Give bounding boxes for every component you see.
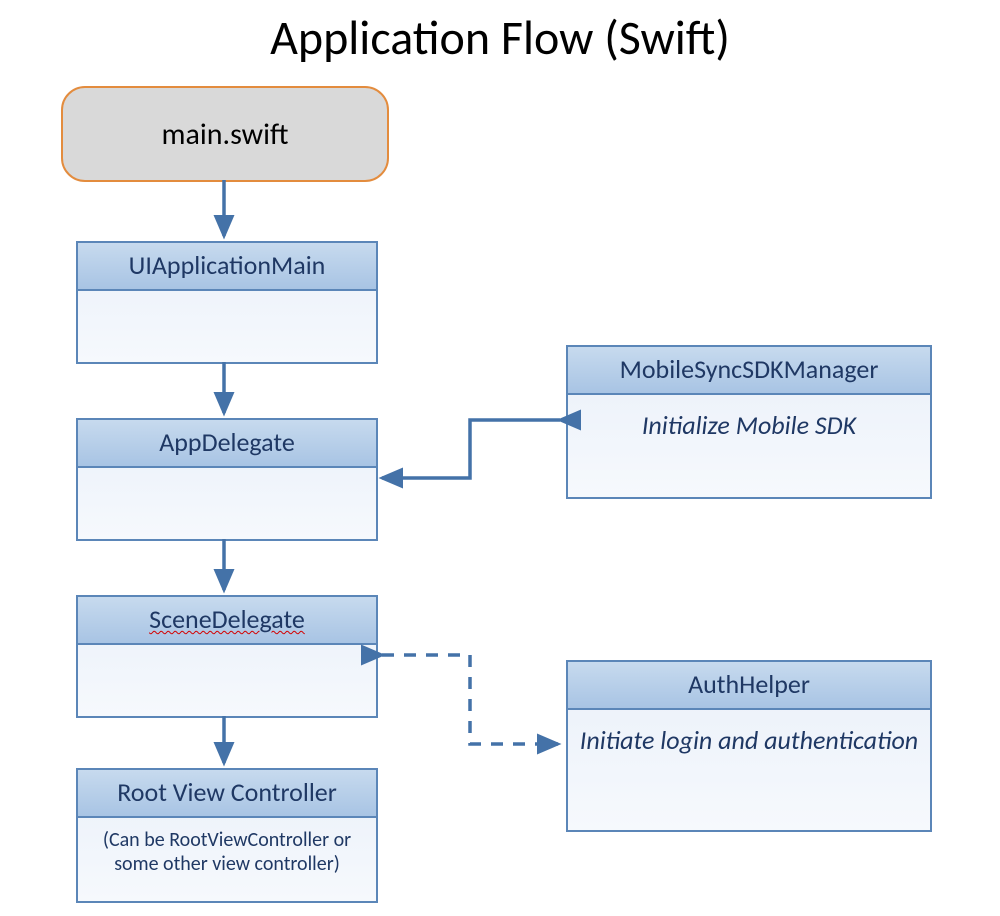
node-scene-delegate-header: SceneDelegate	[78, 597, 376, 645]
node-scene-delegate-body	[78, 645, 376, 657]
diagram-title: Application Flow (Swift)	[0, 8, 1000, 67]
arrow-appdelegate-mobilesync	[382, 420, 560, 478]
node-auth-helper-header: AuthHelper	[568, 662, 930, 710]
node-main-swift-label: main.swift	[162, 116, 289, 153]
node-root-view-controller: Root View Controller (Can be RootViewCon…	[76, 768, 378, 903]
node-app-delegate: AppDelegate	[76, 418, 378, 541]
node-mobile-sync-header: MobileSyncSDKManager	[568, 347, 930, 395]
node-mobile-sync-sdk-manager: MobileSyncSDKManager Initialize Mobile S…	[566, 345, 932, 499]
node-auth-helper-body: Initiate login and authentication	[568, 710, 930, 762]
node-ui-application-main: UIApplicationMain	[76, 241, 378, 364]
node-mobile-sync-body: Initialize Mobile SDK	[568, 395, 930, 447]
node-scene-delegate: SceneDelegate	[76, 595, 378, 718]
node-root-view-controller-header: Root View Controller	[78, 770, 376, 818]
node-app-delegate-header: AppDelegate	[78, 420, 376, 468]
node-main-swift: main.swift	[61, 86, 389, 182]
node-ui-application-main-header: UIApplicationMain	[78, 243, 376, 291]
node-root-view-controller-body: (Can be RootViewController or some other…	[78, 818, 376, 876]
node-auth-helper: AuthHelper Initiate login and authentica…	[566, 660, 932, 832]
node-app-delegate-body	[78, 468, 376, 480]
arrow-scenedelegate-authhelper	[382, 655, 558, 744]
node-ui-application-main-body	[78, 291, 376, 303]
